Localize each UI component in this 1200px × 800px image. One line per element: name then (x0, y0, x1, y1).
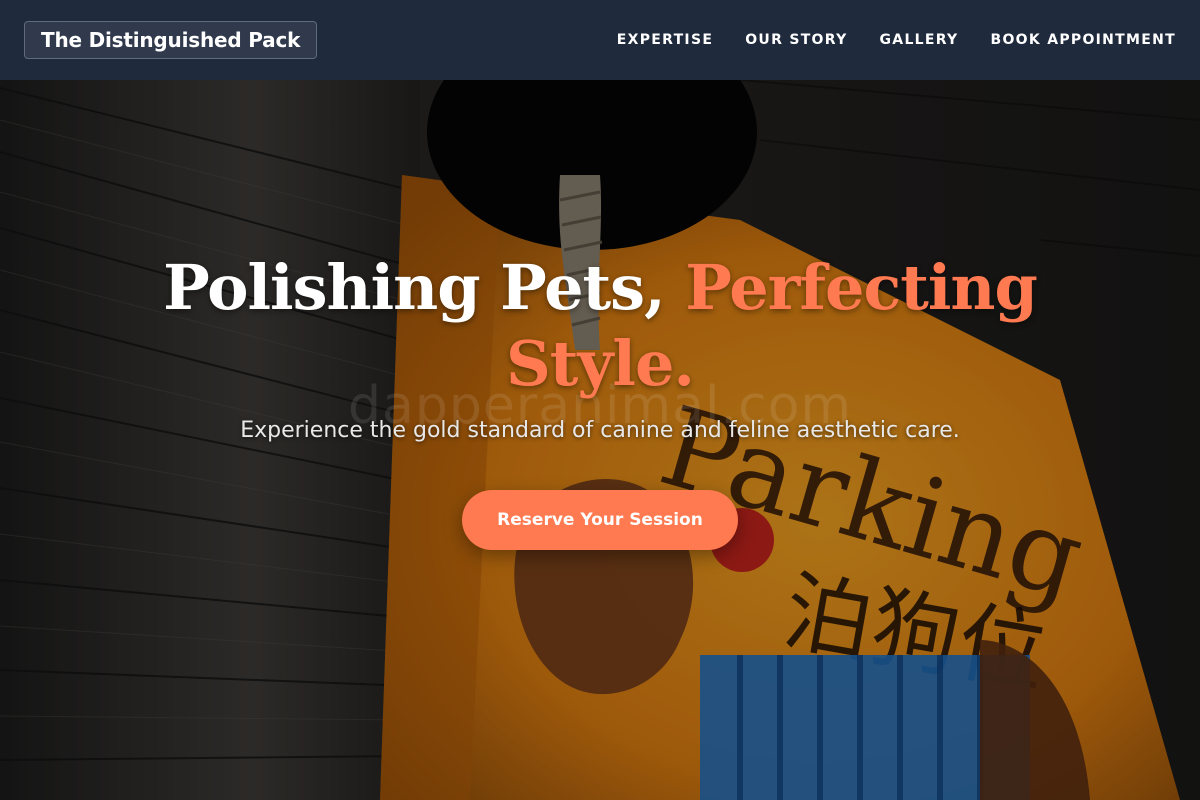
reserve-session-button[interactable]: Reserve Your Session (462, 490, 738, 550)
brand-logo[interactable]: The Distinguished Pack (24, 21, 318, 59)
headline-main: Polishing Pets, (163, 251, 686, 324)
nav-link-expertise[interactable]: EXPERTISE (617, 32, 713, 48)
nav-link-book-appointment[interactable]: BOOK APPOINTMENT (991, 32, 1177, 48)
main-nav: EXPERTISE OUR STORY GALLERY BOOK APPOINT… (617, 32, 1176, 48)
nav-link-gallery[interactable]: GALLERY (880, 32, 959, 48)
hero-content: Polishing Pets, Perfecting Style. Experi… (0, 80, 1200, 800)
hero-headline: Polishing Pets, Perfecting Style. (100, 250, 1100, 402)
nav-link-our-story[interactable]: OUR STORY (745, 32, 847, 48)
hero-subheadline: Experience the gold standard of canine a… (240, 418, 960, 443)
site-header: The Distinguished Pack EXPERTISE OUR STO… (0, 0, 1200, 80)
hero-section: Parking 泊狗位 dapperanimal.com Polishing P… (0, 80, 1200, 800)
